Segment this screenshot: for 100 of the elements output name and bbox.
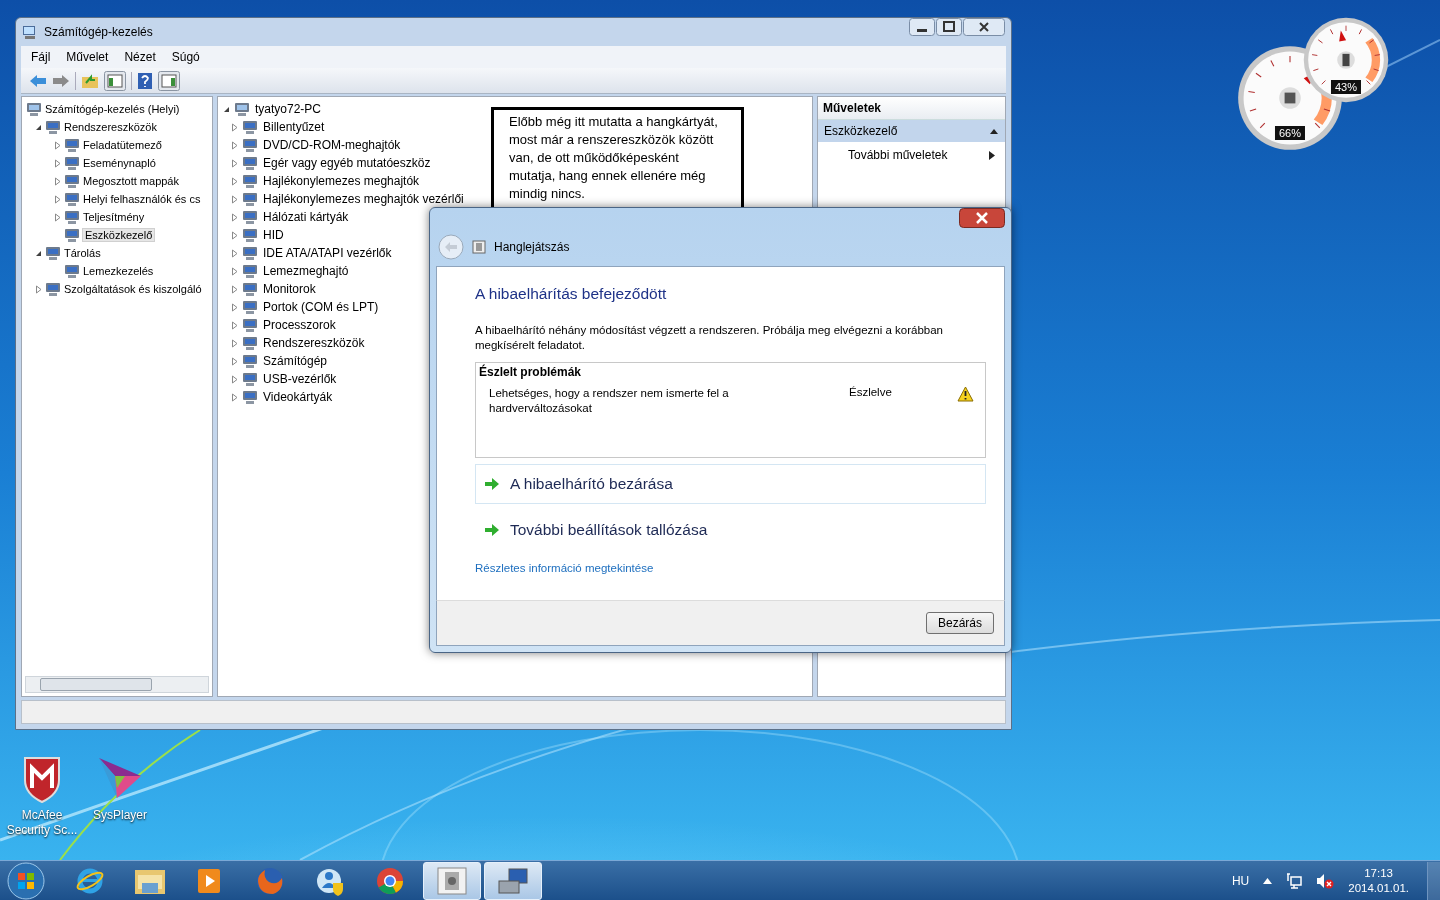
expand-arrow-icon[interactable]	[230, 122, 239, 132]
tree-item[interactable]: DVD/CD-ROM-meghajtók	[261, 137, 403, 153]
tree-item[interactable]: Teljesítmény	[82, 210, 146, 224]
play-icon	[197, 867, 223, 895]
submenu-arrow-icon	[989, 150, 995, 160]
expand-arrow-icon[interactable]	[230, 320, 239, 330]
close-button[interactable]	[963, 18, 1005, 36]
expand-arrow-icon[interactable]	[230, 140, 239, 150]
tree-item[interactable]: USB-vezérlők	[261, 371, 339, 387]
globe-fox-icon	[255, 866, 285, 896]
expand-arrow-icon[interactable]	[230, 248, 239, 258]
tree-item[interactable]: Monitorok	[261, 281, 318, 297]
expand-arrow-icon[interactable]	[230, 158, 239, 168]
tree-item[interactable]: Eseménynapló	[82, 156, 157, 170]
tree-item[interactable]: Feladatütemező	[82, 138, 163, 152]
expand-arrow-icon[interactable]	[34, 284, 43, 294]
expand-arrow-icon[interactable]	[53, 140, 62, 150]
back-arrow-icon[interactable]	[29, 72, 47, 89]
panel-title: Észlelt problémák	[479, 365, 583, 379]
muted-speaker-icon[interactable]	[1316, 873, 1335, 889]
device-icon	[64, 155, 80, 171]
pane-toggle-icon[interactable]	[104, 70, 126, 91]
device-icon	[242, 389, 258, 405]
tree-item[interactable]: Videokártyák	[261, 389, 335, 405]
action-link[interactable]: További műveletek	[848, 148, 948, 162]
tree-item[interactable]: Processzorok	[261, 317, 338, 333]
back-button[interactable]	[438, 234, 464, 260]
device-icon	[64, 137, 80, 153]
device-icon	[234, 101, 250, 117]
device-icon	[64, 263, 80, 279]
tree-item[interactable]: Rendszereszközök	[261, 335, 367, 351]
expand-arrow-icon[interactable]	[230, 392, 239, 402]
actions-header: Műveletek	[818, 97, 1005, 120]
minimize-button[interactable]	[909, 18, 935, 36]
folder-up-icon[interactable]	[81, 72, 99, 89]
expand-arrow-icon[interactable]	[230, 356, 239, 366]
expand-arrow-icon[interactable]	[230, 374, 239, 384]
pane-toggle-icon[interactable]	[158, 70, 180, 91]
clock-time[interactable]: 17:13	[1364, 866, 1393, 881]
tree-item[interactable]: Portok (COM és LPT)	[261, 299, 381, 315]
tree-item[interactable]: Hajlékonylemezes meghajtók	[261, 173, 422, 189]
taskbar-button[interactable]	[484, 862, 542, 900]
expand-arrow-icon[interactable]	[53, 158, 62, 168]
device-icon	[242, 119, 258, 135]
expand-arrow-icon[interactable]	[230, 266, 239, 276]
expand-arrow-icon[interactable]	[53, 194, 62, 204]
menu-item[interactable]: Művelet	[66, 50, 109, 64]
arrow-icon	[484, 477, 500, 491]
show-hidden-icons-arrow[interactable]	[1263, 878, 1273, 884]
tree-item[interactable]: Hálózati kártyák	[261, 209, 351, 225]
collapse-arrow-icon[interactable]	[989, 127, 999, 135]
tree-item[interactable]: Szolgáltatások és kiszolgáló	[63, 282, 203, 296]
tree-item[interactable]: Helyi felhasználók és cs	[82, 192, 202, 206]
tree-item[interactable]: IDE ATA/ATAPI vezérlők	[261, 245, 394, 261]
device-icon	[242, 155, 258, 171]
tree-item[interactable]: Egér vagy egyéb mutatóeszköz	[261, 155, 433, 171]
expand-arrow-icon[interactable]	[230, 194, 239, 204]
tree-item[interactable]: Eszközkezelő	[82, 228, 156, 242]
actions-section[interactable]: Eszközkezelő	[818, 120, 1005, 142]
device-icon	[242, 173, 258, 189]
tree-item[interactable]: Számítógép	[261, 353, 330, 369]
option-link[interactable]: További beállítások tallózása	[475, 510, 986, 550]
tree-item[interactable]: Lemezmeghajtó	[261, 263, 351, 279]
tree-item[interactable]: Billentyűzet	[261, 119, 327, 135]
tree-item[interactable]: HID	[261, 227, 286, 243]
speaker-window-icon	[437, 867, 467, 895]
menu-item[interactable]: Súgó	[171, 50, 200, 64]
menu-item[interactable]: Nézet	[124, 50, 156, 64]
tree-item[interactable]: Számítógép-kezelés (Helyi)	[44, 102, 181, 116]
expand-arrow-icon[interactable]	[53, 212, 62, 222]
language-indicator[interactable]: HU	[1231, 874, 1250, 888]
horizontal-scrollbar[interactable]	[25, 676, 209, 693]
maximize-button[interactable]	[936, 18, 962, 36]
tree-item[interactable]: Hajlékonylemezes meghajtók vezérlői	[261, 191, 466, 207]
forward-arrow-icon[interactable]	[52, 72, 70, 89]
help-icon[interactable]	[137, 71, 153, 90]
expand-arrow-icon[interactable]	[230, 338, 239, 348]
expand-arrow-icon[interactable]	[230, 302, 239, 312]
details-link[interactable]: Részletes információ megtekintése	[475, 562, 654, 574]
tree-item[interactable]: tyatyo72-PC	[253, 101, 324, 117]
option-link[interactable]: A hibaelhárító bezárása	[475, 464, 986, 504]
clock-date[interactable]: 2014.01.01.	[1348, 881, 1409, 896]
device-icon	[242, 227, 258, 243]
close-button[interactable]	[959, 208, 1005, 228]
expand-arrow-icon[interactable]	[230, 230, 239, 240]
expand-arrow-icon[interactable]	[230, 212, 239, 222]
show-desktop-button[interactable]	[1427, 862, 1440, 900]
device-icon	[64, 209, 80, 225]
tree-item[interactable]: Rendszereszközök	[63, 120, 158, 134]
tree-item[interactable]: Megosztott mappák	[82, 174, 180, 188]
menu-item[interactable]: Fájl	[31, 50, 51, 64]
tree-item[interactable]: Lemezkezelés	[82, 264, 155, 278]
expand-arrow-icon[interactable]	[230, 176, 239, 186]
start-button[interactable]	[6, 861, 46, 900]
close-dialog-button[interactable]: Bezárás	[926, 612, 994, 634]
taskbar-button[interactable]	[423, 862, 481, 900]
network-icon[interactable]	[1286, 873, 1303, 889]
expand-arrow-icon[interactable]	[230, 284, 239, 294]
tree-item[interactable]: Tárolás	[63, 246, 102, 260]
expand-arrow-icon[interactable]	[53, 176, 62, 186]
